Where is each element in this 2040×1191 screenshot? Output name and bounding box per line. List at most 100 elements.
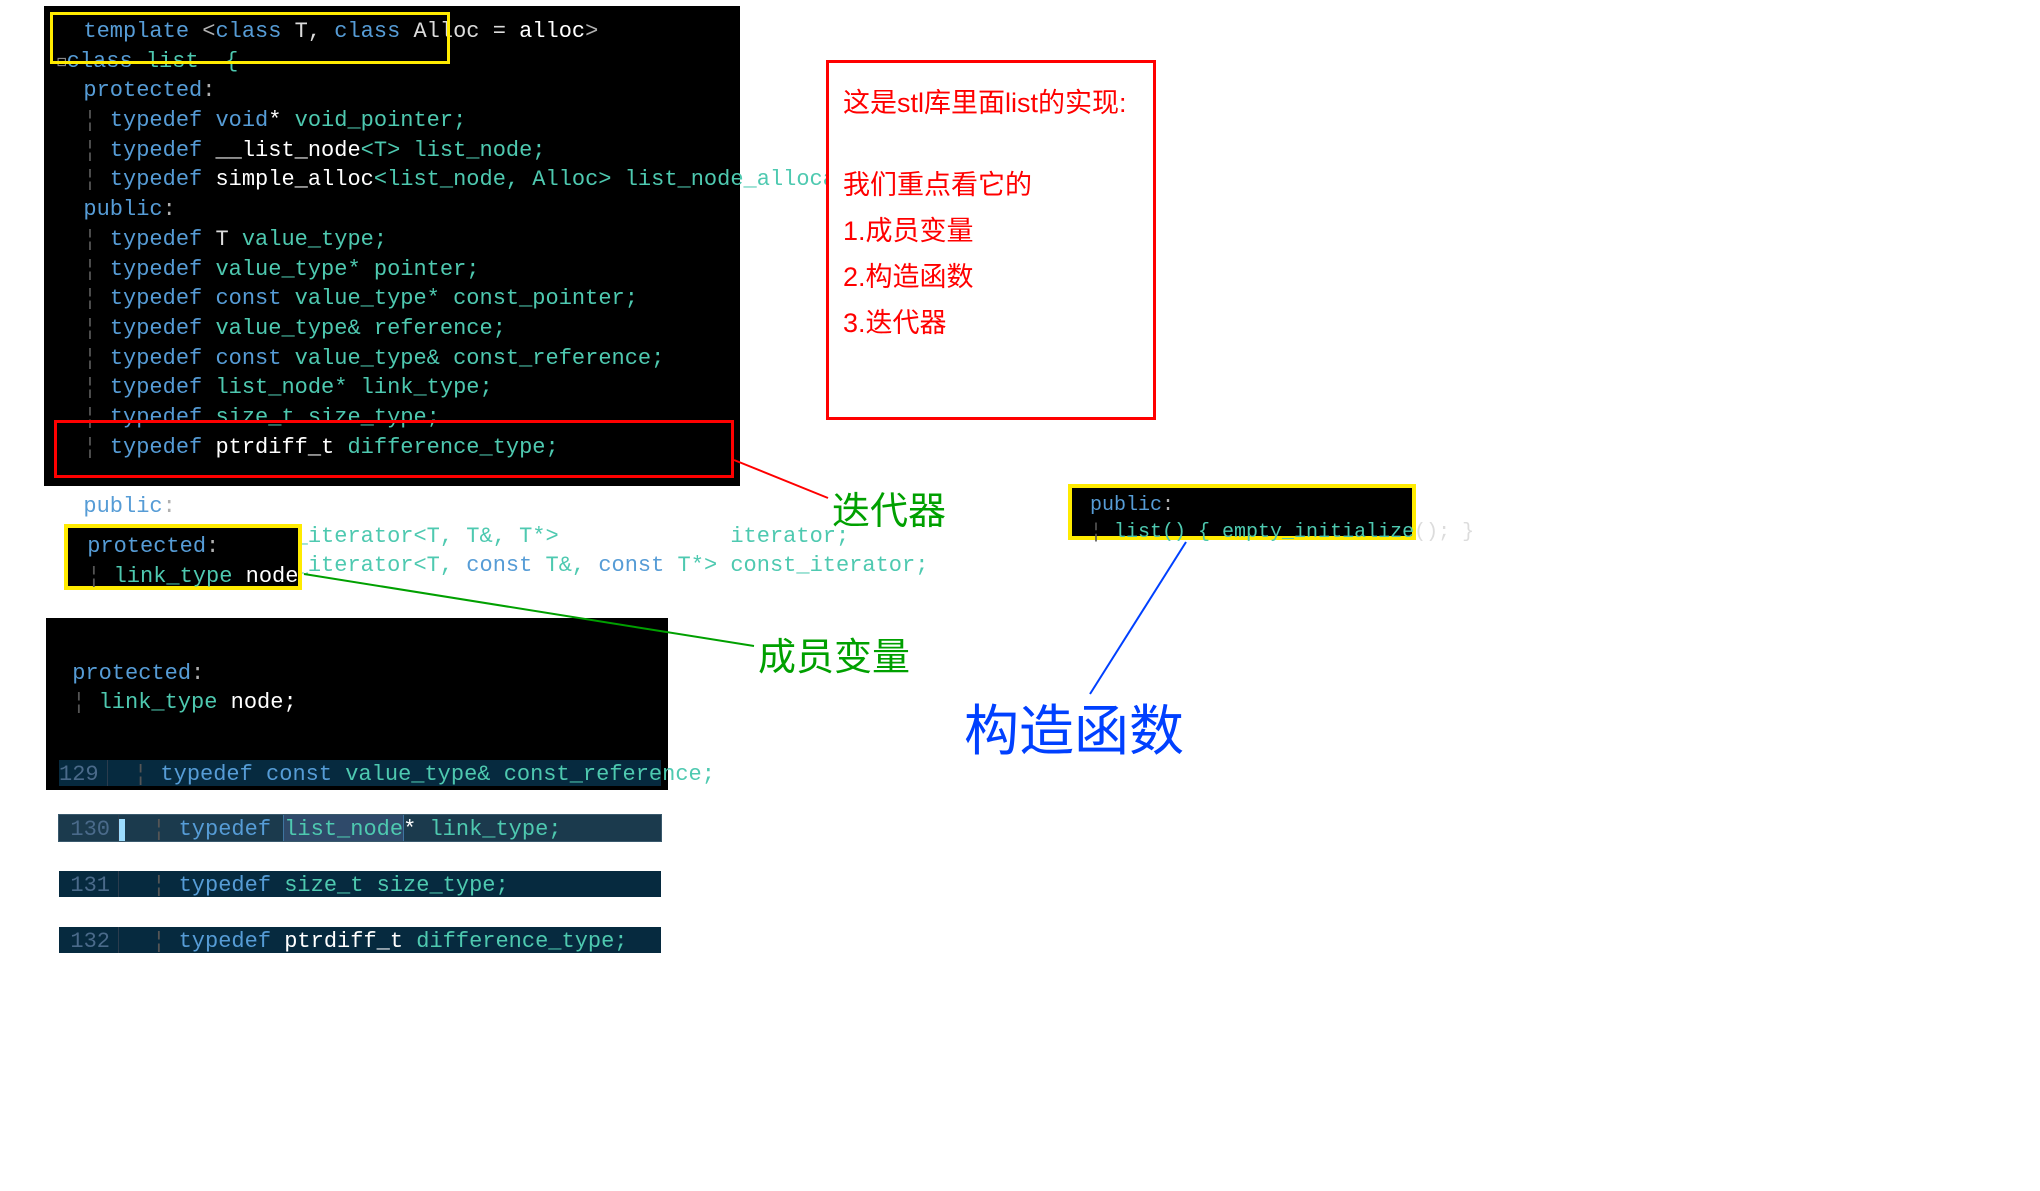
connector-red (734, 460, 828, 498)
anno-title: 这是stl库里面list的实现: (843, 81, 1139, 127)
typedef-name: reference; (374, 316, 506, 341)
kw: typedef (110, 405, 216, 430)
code-row: 132 ¦ typedef ptrdiff_t difference_type; (59, 927, 661, 953)
kw: typedef (179, 815, 285, 841)
type: ptrdiff_t (215, 435, 347, 460)
kw: typedef (110, 227, 216, 252)
punct: > (585, 19, 598, 44)
typedef-name: const_iterator; (730, 553, 928, 578)
kw-protected: protected (87, 534, 206, 559)
label-constructor: 构造函数 (964, 686, 1184, 766)
type: ptrdiff_t (284, 927, 416, 953)
tmpl: T*> (664, 553, 730, 578)
lower-code-panel: protected: ¦ link_type node; 129 ¦ typed… (46, 618, 668, 790)
code-row: 131 ¦ typedef size_t size_type; (59, 871, 661, 897)
typedef-name: list_node; (400, 138, 545, 163)
type: size_t (284, 871, 376, 897)
tmpl: <T, T&, T*> (413, 524, 558, 549)
kw: typedef (110, 346, 216, 371)
typedef-name: difference_type; (416, 927, 627, 953)
typedef-name: const_pointer; (453, 286, 638, 311)
kw: void (215, 108, 268, 133)
ident: T, (281, 19, 334, 44)
kw: const (215, 346, 294, 371)
line-number: 129 (59, 760, 108, 786)
type: list { (133, 49, 239, 74)
typedef-name: const_reference; (453, 346, 664, 371)
kw-protected: protected (72, 661, 191, 686)
type: value_type* (215, 257, 373, 282)
anno-item2: 2.构造函数 (843, 255, 1139, 301)
ident: node; (246, 564, 312, 589)
type: list_node* (215, 375, 360, 400)
tmpl: <list_node, Alloc> (374, 167, 612, 192)
line-number: 132 (59, 927, 119, 953)
caret-icon (119, 819, 125, 841)
call-tail: (); } (1414, 521, 1474, 544)
label-member-variable: 成员变量 (758, 626, 910, 681)
punct: < (202, 19, 215, 44)
kw: const (215, 286, 294, 311)
typedef-name: link_type; (361, 375, 493, 400)
op: * (268, 108, 294, 133)
ident: node; (231, 690, 297, 715)
ident-white: alloc (519, 19, 585, 44)
kw-protected: protected (83, 78, 202, 103)
typedef-name: difference_type; (347, 435, 558, 460)
member-variable-snippet: protected: ¦ link_type node; (64, 524, 302, 590)
spacing (559, 524, 731, 549)
typedef-name: size_type; (377, 871, 509, 897)
label-iterator: 迭代器 (832, 480, 946, 535)
kw: typedef (110, 138, 216, 163)
type: simple_alloc (215, 167, 373, 192)
anno-item1: 1.成员变量 (843, 209, 1139, 255)
connector-blue (1090, 542, 1186, 694)
anno-item3: 3.迭代器 (843, 301, 1139, 347)
kw: class (67, 49, 133, 74)
kw-public: public (83, 197, 162, 222)
line-number: 130 (59, 815, 119, 841)
code-row-current: 130 ¦ typedef list_node* link_type; (59, 815, 661, 841)
kw: class (334, 19, 400, 44)
tmpl: <T> (361, 138, 401, 163)
kw: typedef (110, 108, 216, 133)
type: __list_node (215, 138, 360, 163)
kw: typedef (110, 435, 216, 460)
kw: typedef (110, 316, 216, 341)
ident: Alloc = (400, 19, 519, 44)
kw: typedef (160, 760, 266, 786)
annotation-box: 这是stl库里面list的实现: 我们重点看它的 1.成员变量 2.构造函数 3… (826, 60, 1156, 420)
typedef-name: const_reference; (504, 760, 715, 786)
typedef-name: link_type; (429, 815, 561, 841)
kw: const (598, 553, 664, 578)
tmpl: T&, (532, 553, 598, 578)
kw-public: public (83, 494, 162, 519)
type: link_type (114, 564, 246, 589)
type: link_type (99, 690, 231, 715)
selected-word: list_node (284, 815, 403, 841)
kw: typedef (110, 375, 216, 400)
typedef-name: void_pointer; (295, 108, 467, 133)
type: T (215, 227, 241, 252)
type: value_type& (345, 760, 503, 786)
kw: typedef (110, 286, 216, 311)
kw: const (466, 553, 532, 578)
kw: const (266, 760, 345, 786)
kw: typedef (110, 257, 216, 282)
kw: class (215, 19, 281, 44)
typedef-name: pointer; (374, 257, 480, 282)
typedef-name: size_type; (308, 405, 440, 430)
line-number: 131 (59, 871, 119, 897)
op: * (403, 815, 429, 841)
type: size_t (215, 405, 307, 430)
constructor-snippet: public: ¦ list() { empty_initialize(); } (1068, 484, 1416, 540)
typedef-name: value_type; (242, 227, 387, 252)
type: value_type* (295, 286, 453, 311)
kw-template: template (83, 19, 202, 44)
type: value_type& (295, 346, 453, 371)
main-code-panel: template <class T, class Alloc = alloc> … (44, 6, 740, 486)
kw-public: public (1090, 494, 1162, 517)
type: value_type& (215, 316, 373, 341)
kw: typedef (110, 167, 216, 192)
call: empty_initialize (1222, 521, 1414, 544)
